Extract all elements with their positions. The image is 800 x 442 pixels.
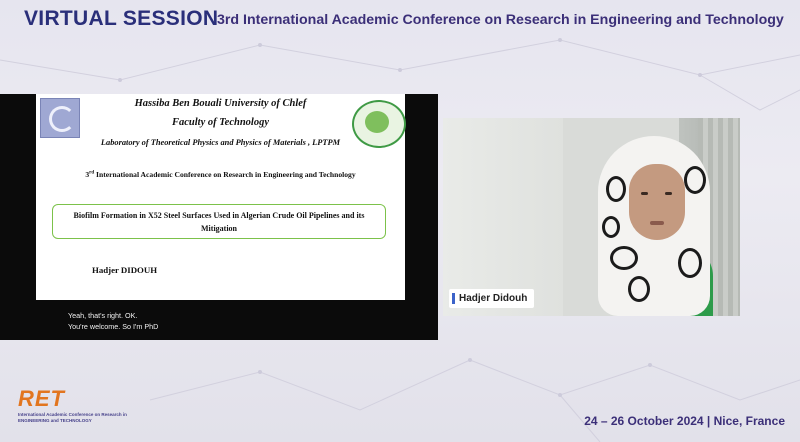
shared-screen-panel[interactable]: Hassiba Ben Bouali University of Chlef F…	[0, 94, 438, 340]
participant-face	[629, 164, 685, 240]
conference-dates: 24 – 26 October 2024 | Nice, France	[584, 414, 785, 428]
ret-logo-sub-1: International Academic Conference on Res…	[18, 412, 127, 417]
ret-logo-text: RET	[18, 386, 65, 411]
slide-title: Biofilm Formation in X52 Steel Surfaces …	[73, 211, 365, 233]
slide-laboratory: Laboratory of Theoretical Physics and Ph…	[100, 138, 341, 147]
session-header: VIRTUAL SESSION 3rd International Academ…	[0, 0, 800, 40]
conference-title: 3rd International Academic Conference on…	[217, 12, 784, 28]
slide-title-box: Biofilm Formation in X52 Steel Surfaces …	[52, 204, 386, 239]
caption-line-1: Yeah, that's right. OK.	[68, 311, 138, 320]
ret-logo: RET International Academic Conference on…	[18, 386, 127, 423]
slide-conference: 3rd International Academic Conference on…	[85, 170, 356, 179]
ret-logo-sub-2: ENGINEERING and TECHNOLOGY	[18, 417, 92, 423]
participant-name-tag: Hadjer Didouh	[449, 289, 535, 308]
caption-line-2: You're welcome. So I'm PhD	[68, 322, 159, 331]
virtual-session-title: VIRTUAL SESSION	[24, 7, 219, 30]
slide-university: Hassiba Ben Bouali University of Chlef	[134, 98, 307, 109]
slide-faculty: Faculty of Technology	[171, 117, 270, 128]
slide-author: Hadjer DIDOUH	[92, 265, 158, 275]
participant-video[interactable]: Hadjer Didouh	[443, 118, 740, 316]
presentation-slide: Hassiba Ben Bouali University of Chlef F…	[36, 94, 406, 300]
